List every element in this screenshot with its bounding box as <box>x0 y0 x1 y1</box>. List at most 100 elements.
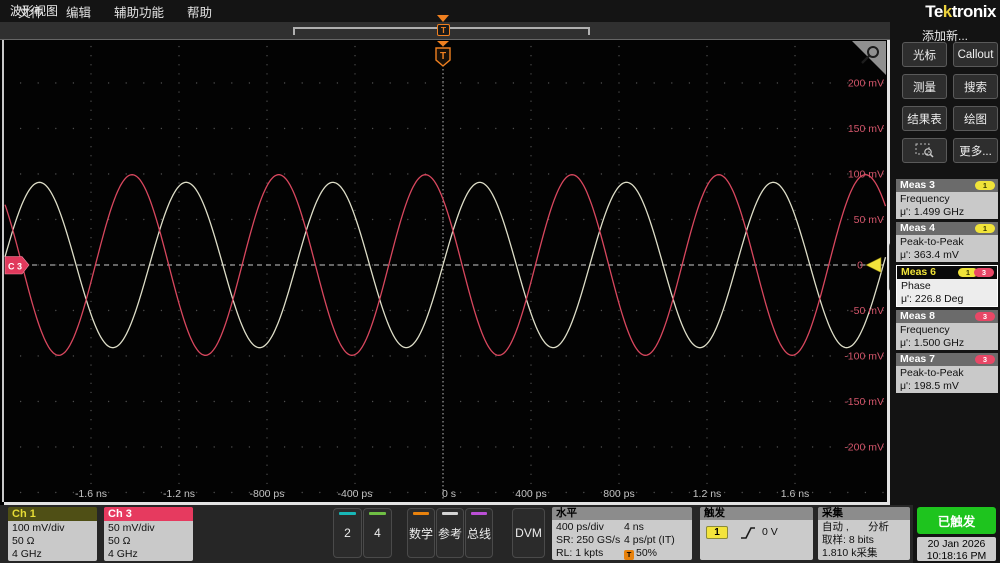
acq-analyze: 分析 <box>868 521 889 534</box>
measurement-name: Meas 31 <box>896 179 998 192</box>
tektronix-logo: Tektronix <box>925 2 996 22</box>
measurement-results-stack: Meas 31Frequencyμ': 1.499 GHzMeas 41Peak… <box>896 179 998 393</box>
channel-color-stripe <box>471 512 487 515</box>
x-tick-label: 800 ps <box>603 488 635 500</box>
trigger-level-value: 0 V <box>762 526 778 539</box>
y-tick-label: -50 mV <box>850 305 884 317</box>
trigger-source-badge: 1 <box>706 526 728 539</box>
y-tick-label: -200 mV <box>844 442 884 454</box>
source-channel-pill: 3 <box>975 312 995 321</box>
trigger-panel[interactable]: 触发 1 0 V <box>700 507 813 560</box>
zoom-select-button[interactable] <box>902 138 947 163</box>
acq-mode: 自动 , <box>822 521 868 534</box>
measurement-name: Meas 83 <box>896 310 998 323</box>
math-button[interactable]: 数学 <box>407 508 435 558</box>
horizontal-panel[interactable]: 水平 400 ps/div4 nsSR: 250 GS/s4 ps/pt (IT… <box>552 507 692 560</box>
y-tick-label: 200 mV <box>848 78 884 90</box>
channel-name: Ch 1 <box>8 507 97 521</box>
trigger-level-arrow[interactable] <box>866 258 881 273</box>
acq-count: 1.810 k采集 <box>822 547 910 560</box>
measurement-badge-meas-4[interactable]: Meas 41Peak-to-Peakμ': 363.4 mV <box>896 222 998 262</box>
graticule <box>21 47 883 493</box>
plot-button[interactable]: 绘图 <box>953 106 998 131</box>
trigger-position-icon: T <box>624 550 634 560</box>
horizontal-row: SR: 250 GS/s4 ps/pt (IT) <box>556 534 692 547</box>
ch4-button[interactable]: 4 <box>363 508 392 558</box>
zoom-select-icon <box>914 142 936 159</box>
rising-edge-icon <box>740 525 756 541</box>
menu-item-help[interactable]: 帮助 <box>187 2 212 21</box>
y-tick-label: -150 mV <box>844 396 884 408</box>
y-tick-label: 0 <box>857 260 863 272</box>
measurement-badge-meas-7[interactable]: Meas 73Peak-to-Peakμ': 198.5 mV <box>896 353 998 393</box>
measurement-values: Peak-to-Peakμ': 198.5 mV <box>896 366 998 393</box>
search-button[interactable]: 搜索 <box>953 74 998 99</box>
horizontal-row: RL: 1 kptsT50% <box>556 547 692 560</box>
measurement-values: Frequencyμ': 1.500 GHz <box>896 323 998 350</box>
measure-button[interactable]: 测量 <box>902 74 947 99</box>
trigger-title: 触发 <box>700 507 813 520</box>
add-new-button-grid: 光标Callout测量搜索结果表绘图更多... <box>902 42 998 163</box>
measurement-badge-meas-3[interactable]: Meas 31Frequencyμ': 1.499 GHz <box>896 179 998 219</box>
x-tick-label: -1.2 ns <box>163 488 195 500</box>
x-tick-label: 1.2 ns <box>693 488 722 500</box>
source-channel-pill: 1 <box>975 224 995 233</box>
acquisition-panel[interactable]: 采集 自动 , 分析 取样: 8 bits 1.810 k采集 <box>818 507 910 560</box>
acq-sample-bits: 取样: 8 bits <box>822 534 910 547</box>
trigger-status-indicator: 已触发 <box>917 507 996 534</box>
waveform-plot[interactable]: 200 mV 150 mV 100 mV 50 mV 0 -50 mV -100 mV -15… <box>4 40 887 502</box>
datetime-display: 20 Jan 2026 10:18:16 PM <box>917 537 996 561</box>
measurement-name: Meas 41 <box>896 222 998 235</box>
channel-badge-ch3[interactable]: Ch 350 mV/div50 Ω4 GHz <box>104 507 193 561</box>
x-tick-label: 400 ps <box>515 488 547 500</box>
y-tick-label: 100 mV <box>848 169 884 181</box>
results-table-button[interactable]: 结果表 <box>902 106 947 131</box>
channel-settings: 100 mV/div50 Ω4 GHz <box>8 521 97 561</box>
trigger-t-label: T <box>440 51 446 62</box>
menu-item-accessibility[interactable]: 辅助功能 <box>114 2 164 21</box>
tab-waveform-view[interactable]: 波形视图 <box>10 2 58 19</box>
measurement-values: Phaseμ': 226.8 Deg <box>897 279 997 306</box>
measurement-badge-meas-6[interactable]: Meas 613Phaseμ': 226.8 Deg <box>896 265 998 307</box>
trigger-position-arrow-icon <box>437 15 449 22</box>
more-button[interactable]: 更多... <box>953 138 998 163</box>
acquisition-title: 采集 <box>818 507 910 520</box>
trigger-marker-arrow-icon <box>437 41 449 47</box>
source-channel-pill: 3 <box>974 268 994 277</box>
x-tick-label: -800 ps <box>249 488 284 500</box>
measurement-name: Meas 613 <box>897 266 997 279</box>
channel-badge-ch1[interactable]: Ch 1100 mV/div50 Ω4 GHz <box>8 507 97 561</box>
dvm-button[interactable]: DVM <box>512 508 545 558</box>
source-channel-pill: 3 <box>975 355 995 364</box>
measurement-values: Frequencyμ': 1.499 GHz <box>896 192 998 219</box>
sidebar: Tektronix 添加新... 光标Callout测量搜索结果表绘图更多...… <box>890 0 1000 563</box>
channel-color-stripe <box>339 512 355 515</box>
ref-button[interactable]: 参考 <box>436 508 464 558</box>
record-trigger-t-icon[interactable]: T <box>437 24 450 36</box>
callout-button[interactable]: Callout <box>953 42 998 67</box>
channel-color-stripe <box>442 512 458 515</box>
measurement-badge-meas-8[interactable]: Meas 83Frequencyμ': 1.500 GHz <box>896 310 998 350</box>
bus-button[interactable]: 总线 <box>465 508 493 558</box>
x-tick-label: 0 s <box>442 488 456 500</box>
zoom-corner-icon[interactable] <box>852 41 886 75</box>
y-tick-label: 150 mV <box>848 123 884 135</box>
measurement-values: Peak-to-Peakμ': 363.4 mV <box>896 235 998 262</box>
measurement-name: Meas 73 <box>896 353 998 366</box>
y-tick-label: -100 mV <box>844 351 884 363</box>
channel-name: Ch 3 <box>104 507 193 521</box>
source-channel-pill: 1 <box>975 181 995 190</box>
horizontal-row: 400 ps/div4 ns <box>556 521 692 534</box>
bottom-settings-bar: Ch 1100 mV/div50 Ω4 GHzCh 350 mV/div50 Ω… <box>0 505 913 563</box>
channel-color-stripe <box>413 512 429 515</box>
ch2-button[interactable]: 2 <box>333 508 362 558</box>
cursor-button[interactable]: 光标 <box>902 42 947 67</box>
menu-item-edit[interactable]: 编辑 <box>66 2 91 21</box>
date-label: 20 Jan 2026 <box>917 538 996 550</box>
x-tick-label: -1.6 ns <box>75 488 107 500</box>
channel-settings: 50 mV/div50 Ω4 GHz <box>104 521 193 561</box>
x-tick-label: -400 ps <box>337 488 372 500</box>
y-tick-label: 50 mV <box>854 214 884 226</box>
channel-color-stripe <box>369 512 385 515</box>
ch3-ground-marker-label: C 3 <box>8 262 22 272</box>
